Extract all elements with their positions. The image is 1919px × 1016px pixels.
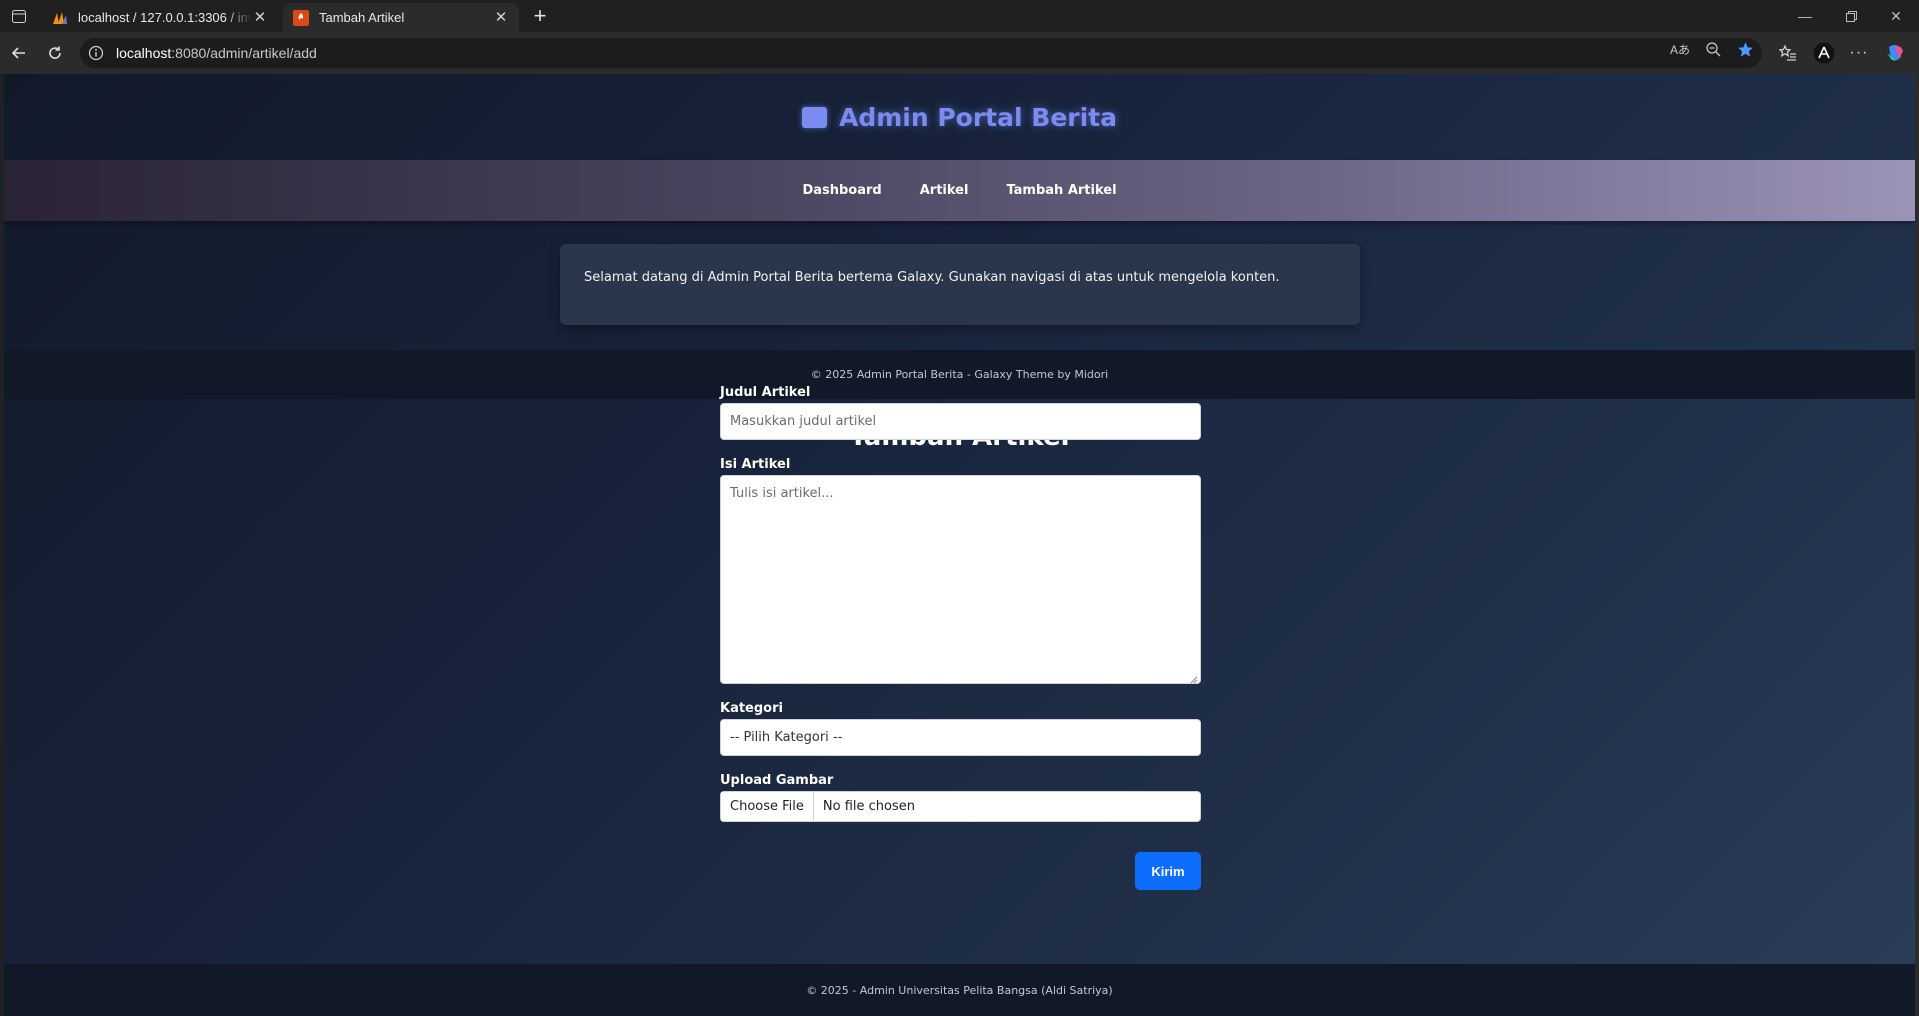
nav-artikel[interactable]: Artikel [920,183,969,198]
back-icon[interactable] [6,40,32,66]
footer-bottom: © 2025 - Admin Universitas Pelita Bangsa… [4,964,1915,1016]
close-window-icon[interactable]: ✕ [1873,0,1919,32]
favorite-star-icon[interactable] [1735,39,1755,59]
folder-icon [801,106,827,128]
restore-icon[interactable] [1828,0,1874,32]
kategori-label: Kategori [720,701,783,716]
url-host: localhost [116,45,172,61]
minimize-icon[interactable]: — [1782,0,1828,32]
read-aloud-icon[interactable]: Aあ [1670,39,1690,59]
address-bar[interactable]: localhost:8080/admin/artikel/add [80,38,1762,68]
nav-tambah-artikel[interactable]: Tambah Artikel [1006,183,1116,198]
kategori-selected: -- Pilih Kategori -- [730,730,843,745]
tab-title: localhost / 127.0.0.1:3306 / invent [78,10,252,25]
profile-icon[interactable] [1813,42,1835,64]
footer-top-text: © 2025 Admin Portal Berita - Galaxy Them… [810,368,1109,381]
close-icon[interactable]: ✕ [252,9,268,26]
nav-dashboard[interactable]: Dashboard [802,183,881,198]
codeigniter-icon [293,9,309,26]
upload-label: Upload Gambar [720,773,834,788]
isi-label: Isi Artikel [720,457,791,472]
zoom-out-icon[interactable] [1703,39,1723,59]
isi-textarea[interactable]: Tulis isi artikel... [720,475,1201,684]
site-title: Admin Portal Berita [801,102,1117,132]
footer-top: © 2025 Admin Portal Berita - Galaxy Them… [4,350,1915,399]
url-path: :8080/admin/artikel/add [171,45,317,61]
browser-toolbar: localhost:8080/admin/artikel/add Aあ ··· [0,32,1919,74]
judul-input[interactable]: Masukkan judul artikel [720,403,1201,440]
tab-tambah-artikel[interactable]: Tambah Artikel ✕ [283,3,519,32]
page-viewport: Admin Portal Berita Dashboard Artikel Ta… [4,74,1915,1016]
welcome-text: Selamat datang di Admin Portal Berita be… [584,270,1280,285]
tab-phpmyadmin[interactable]: localhost / 127.0.0.1:3306 / invent ✕ [42,3,278,32]
welcome-card: Selamat datang di Admin Portal Berita be… [560,244,1360,325]
more-options-icon[interactable]: ··· [1848,42,1870,64]
phpmyadmin-icon [52,10,68,26]
file-status: No file chosen [822,799,915,814]
kategori-select[interactable]: -- Pilih Kategori -- [720,719,1201,756]
page-scrollbar[interactable] [1915,74,1919,1016]
copilot-icon[interactable] [1884,42,1906,64]
submit-button[interactable]: Kirim [1135,852,1201,890]
footer-bottom-text: © 2025 - Admin Universitas Pelita Bangsa… [806,983,1113,997]
reload-icon[interactable] [42,40,68,66]
choose-file-button[interactable]: Choose File [721,792,814,821]
close-icon[interactable]: ✕ [493,9,509,26]
site-title-text: Admin Portal Berita [838,102,1117,132]
tab-title: Tambah Artikel [319,10,405,25]
main-navbar: Dashboard Artikel Tambah Artikel [4,160,1915,221]
judul-label: Judul Artikel [720,385,811,400]
isi-placeholder: Tulis isi artikel... [730,486,834,501]
browser-tabstrip: localhost / 127.0.0.1:3306 / invent ✕ Ta… [0,0,1919,32]
tab-actions-icon[interactable] [8,6,30,26]
new-tab-icon[interactable]: + [528,5,552,29]
site-info-icon[interactable] [88,45,104,61]
judul-placeholder: Masukkan judul artikel [730,414,877,429]
site-header: Admin Portal Berita [4,74,1915,160]
resize-handle-icon[interactable] [1190,673,1198,684]
favorites-icon[interactable] [1777,42,1799,64]
upload-file-input[interactable]: Choose File No file chosen [720,791,1201,822]
